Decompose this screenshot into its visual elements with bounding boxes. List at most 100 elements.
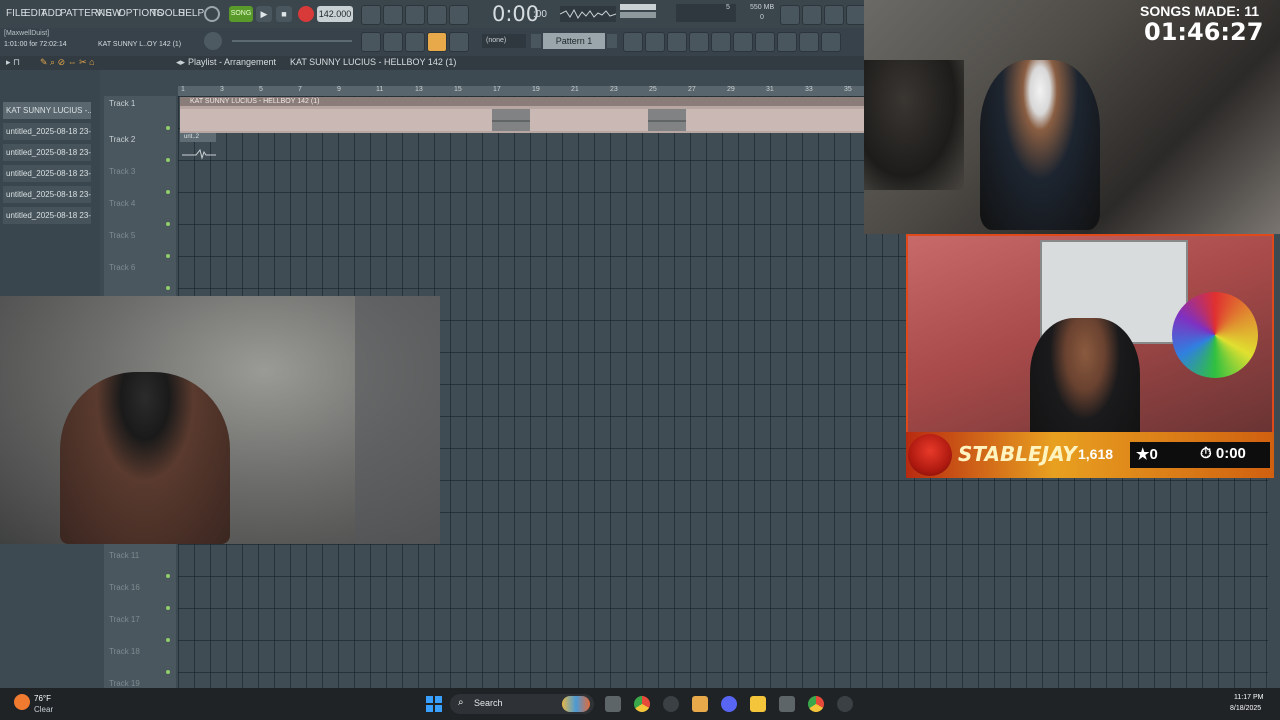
touch-keyboard-icon[interactable] [777, 32, 797, 52]
piano-roll-icon[interactable] [645, 32, 665, 52]
track-mute-led[interactable] [166, 606, 170, 610]
playlist-tools-icons[interactable]: ✎ ⌕ ⊘ ⇔ ✂ ⌂ [40, 57, 95, 68]
browser-item-1[interactable]: untitled_2025-08-18 23-.. [3, 123, 91, 140]
secondary-toolbar: [MaxwellDuist] 1:01:00 for 72:02:14 KAT … [0, 28, 864, 56]
browser-item-0[interactable]: KAT SUNNY LUCIUS -.. [3, 102, 91, 119]
track-label-2[interactable]: Track 2 [109, 135, 135, 144]
piano-icon[interactable] [361, 32, 381, 52]
chrome-icon[interactable] [634, 696, 650, 712]
track-label-3[interactable]: Track 3 [109, 167, 135, 176]
channel-rack-icon[interactable] [667, 32, 687, 52]
track-label-1[interactable]: Track 1 [109, 99, 135, 108]
weather-desc[interactable]: Clear [34, 705, 53, 714]
file-info: KAT SUNNY L..OY 142 (1) [98, 41, 182, 48]
tools-icon[interactable] [799, 32, 819, 52]
reset-icon[interactable] [780, 5, 800, 25]
browser-item-3[interactable]: untitled_2025-08-18 23-.. [3, 165, 91, 182]
countdown-icon[interactable] [405, 5, 425, 25]
pattern-add-button[interactable] [607, 34, 617, 48]
weather-icon[interactable] [14, 694, 30, 710]
browser-panel: KAT SUNNY LUCIUS -.. untitled_2025-08-18… [0, 70, 100, 300]
clock-date[interactable]: 8/18/2025 [1230, 705, 1261, 712]
playlist-icon[interactable] [623, 32, 643, 52]
track-mute-led[interactable] [166, 286, 170, 290]
song-mode-button[interactable]: SONG [229, 6, 253, 22]
track-mute-led[interactable] [166, 670, 170, 674]
browser-item-2[interactable]: untitled_2025-08-18 23-.. [3, 144, 91, 161]
discord-icon[interactable] [721, 696, 737, 712]
browser-tools-icon[interactable]: ▸ ⊓ [6, 57, 20, 68]
play-icon[interactable]: ▶ [256, 6, 272, 22]
track-mute-led[interactable] [166, 190, 170, 194]
chrome-profile-icon[interactable] [808, 696, 824, 712]
menu-help[interactable]: HELP [178, 8, 204, 19]
track-label-5[interactable]: Track 5 [109, 231, 135, 240]
browser-item-4[interactable]: untitled_2025-08-18 23-.. [3, 186, 91, 203]
snap-icon[interactable] [449, 32, 469, 52]
loop-record-icon[interactable] [449, 5, 469, 25]
track-label-4[interactable]: Track 4 [109, 199, 135, 208]
track-label-6[interactable]: Track 6 [109, 263, 135, 272]
windows-start-icon[interactable] [426, 696, 442, 712]
close-tools-icon[interactable] [802, 5, 822, 25]
track-label-18[interactable]: Track 18 [109, 647, 140, 656]
track-mute-led[interactable] [166, 222, 170, 226]
stop-icon[interactable]: ■ [276, 6, 292, 22]
plugin-db-icon[interactable] [733, 32, 753, 52]
master-volume-bar[interactable] [620, 4, 656, 10]
master-pitch-bar[interactable] [620, 12, 656, 18]
audio-clip-2[interactable] [182, 146, 216, 162]
app-icon[interactable] [779, 696, 795, 712]
track-label-11[interactable]: Track 11 [109, 551, 139, 560]
step-edit-icon[interactable] [427, 5, 447, 25]
weather-temp[interactable]: 76°F [34, 694, 51, 703]
taskbar-search[interactable]: ⌕ Search [450, 694, 594, 714]
tick-label: 33 [805, 86, 813, 93]
audio-clip-2-title[interactable]: unt..2 [180, 133, 216, 142]
memory-small-label: 0 [760, 14, 764, 21]
plugin-picker-icon[interactable] [755, 32, 775, 52]
pitch-slider[interactable] [232, 40, 352, 42]
track-label-17[interactable]: Track 17 [109, 615, 140, 624]
microphone-icon[interactable] [824, 5, 844, 25]
track-mute-led[interactable] [166, 574, 170, 578]
media-player-icon[interactable] [837, 696, 853, 712]
pattern-prev-button[interactable] [531, 34, 541, 48]
browser-icon[interactable] [711, 32, 731, 52]
tick-label: 31 [766, 86, 774, 93]
track-label-19[interactable]: Track 19 [109, 679, 140, 688]
brush-icon[interactable] [405, 32, 425, 52]
browser-item-5[interactable]: untitled_2025-08-18 23-.. [3, 207, 91, 224]
stream-timer: 01:46:27 [1144, 18, 1264, 46]
track-mute-led[interactable] [166, 158, 170, 162]
breadcrumb-arrow-icon[interactable]: ◂▸ [176, 57, 185, 68]
metronome-icon[interactable] [361, 5, 381, 25]
clock-time[interactable]: 11:17 PM [1234, 694, 1263, 701]
timeline-ruler[interactable]: 1 3 5 7 9 11 13 15 17 19 21 23 25 27 29 … [178, 86, 864, 96]
background-people [864, 60, 964, 190]
tick-label: 35 [844, 86, 852, 93]
track-mute-led[interactable] [166, 126, 170, 130]
record-button[interactable] [298, 6, 314, 22]
link-icon[interactable] [427, 32, 447, 52]
file-explorer-icon[interactable] [750, 696, 766, 712]
master-knob-icon[interactable] [204, 32, 222, 50]
store-icon[interactable] [821, 32, 841, 52]
track-mute-led[interactable] [166, 638, 170, 642]
mixer-icon[interactable] [689, 32, 709, 52]
tick-label: 3 [220, 86, 224, 93]
arrow-icon[interactable] [383, 32, 403, 52]
track-label-16[interactable]: Track 16 [109, 583, 140, 592]
snap-select[interactable]: (none) [482, 34, 526, 48]
fl-studio-icon[interactable] [692, 696, 708, 712]
wait-input-icon[interactable] [383, 5, 403, 25]
task-view-icon[interactable] [605, 696, 621, 712]
audio-clip-1-title[interactable]: KAT SUNNY LUCIUS - HELLBOY 142 (1) [180, 97, 864, 106]
obs-icon[interactable] [663, 696, 679, 712]
help-icon[interactable] [846, 5, 866, 25]
track-mute-led[interactable] [166, 254, 170, 258]
cpu-value: 5 [726, 4, 730, 11]
menu-add[interactable]: ADD [41, 8, 62, 19]
tempo-display[interactable]: 142.000 [317, 6, 353, 22]
pattern-selector[interactable]: Pattern 1 [543, 33, 605, 49]
